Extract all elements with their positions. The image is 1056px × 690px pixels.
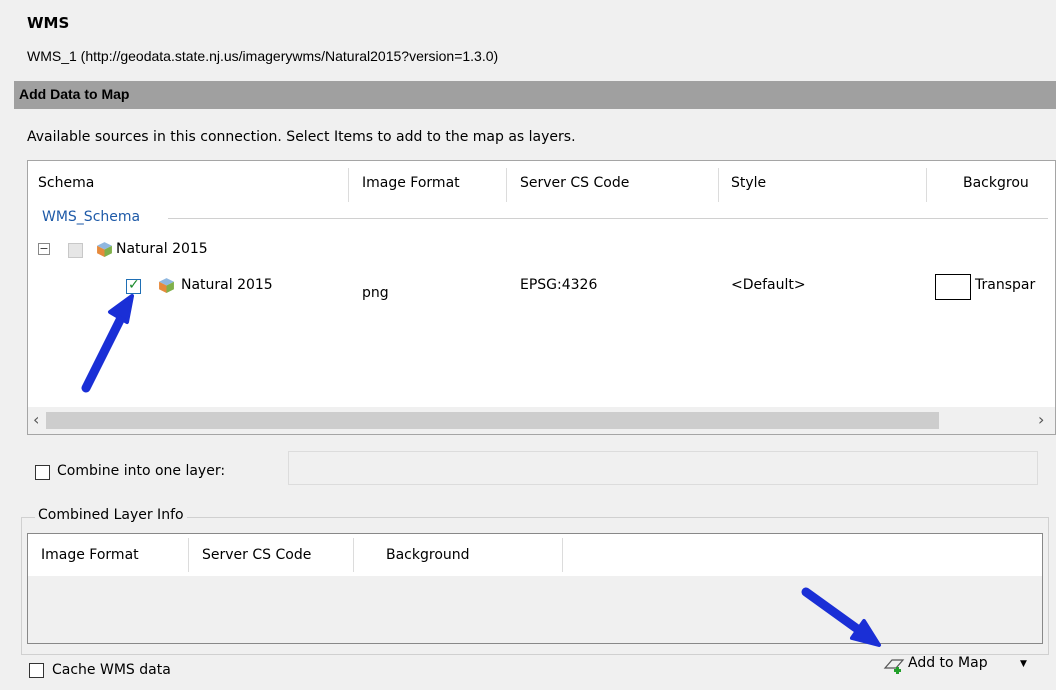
schema-group-divider [168, 218, 1048, 219]
section-header: Add Data to Map [14, 81, 1056, 109]
scroll-left-icon[interactable]: ‹ [33, 410, 39, 429]
column-header-background: Background [386, 547, 470, 563]
connection-info: WMS_1 (http://geodata.state.nj.us/imager… [27, 48, 499, 64]
section-title: Add Data to Map [19, 86, 130, 102]
column-divider [506, 168, 507, 202]
combined-layer-info-title: Combined Layer Info [35, 507, 187, 523]
combined-layer-grid-header: Image Format Server CS Code Background [28, 534, 1042, 576]
add-layer-icon [883, 659, 905, 674]
background-color-swatch[interactable] [935, 274, 971, 300]
style-value[interactable]: <Default> [731, 277, 806, 293]
column-divider [188, 538, 189, 572]
add-to-map-label: Add to Map [908, 655, 988, 671]
layer-cube-icon [159, 278, 174, 293]
combine-layers-checkbox[interactable] [35, 465, 50, 480]
panel-title: WMS [27, 14, 70, 32]
image-format-value[interactable]: png [362, 285, 389, 301]
column-header-style[interactable]: Style [731, 175, 766, 191]
scrollbar-thumb[interactable] [46, 412, 939, 429]
background-value[interactable]: Transpar [975, 277, 1035, 293]
parent-layer-name[interactable]: Natural 2015 [116, 241, 208, 257]
combine-layers-label[interactable]: Combine into one layer: [57, 463, 225, 479]
column-header-image-format[interactable]: Image Format [362, 175, 460, 191]
layer-cube-icon [97, 242, 112, 257]
column-divider [353, 538, 354, 572]
server-cs-code-value[interactable]: EPSG:4326 [520, 277, 597, 293]
scroll-right-icon[interactable]: › [1038, 410, 1044, 429]
dropdown-caret-icon[interactable]: ▼ [1020, 659, 1027, 669]
add-to-map-button[interactable]: Add to Map ▼ [880, 650, 1030, 680]
instructions-text: Available sources in this connection. Se… [27, 129, 576, 145]
combined-layer-name-field [288, 451, 1038, 485]
column-divider [348, 168, 349, 202]
collapse-icon[interactable]: − [38, 243, 50, 255]
column-header-image-format: Image Format [41, 547, 139, 563]
parent-layer-checkbox[interactable] [68, 243, 83, 258]
horizontal-scrollbar[interactable]: ‹ › [28, 407, 1055, 434]
column-divider [718, 168, 719, 202]
cache-wms-label[interactable]: Cache WMS data [52, 662, 171, 678]
sources-grid[interactable]: Schema Image Format Server CS Code Style… [27, 160, 1056, 435]
column-divider [562, 538, 563, 572]
combined-layer-grid: Image Format Server CS Code Background [27, 533, 1043, 644]
layer-checkbox[interactable] [126, 277, 141, 294]
schema-group-label: WMS_Schema [42, 209, 141, 225]
column-header-server-cs-code: Server CS Code [202, 547, 312, 563]
column-divider [926, 168, 927, 202]
column-header-schema[interactable]: Schema [38, 175, 94, 191]
column-header-background[interactable]: Backgrou [963, 175, 1029, 191]
layer-name[interactable]: Natural 2015 [181, 277, 273, 293]
cache-wms-checkbox[interactable] [29, 663, 44, 678]
column-header-server-cs-code[interactable]: Server CS Code [520, 175, 629, 191]
